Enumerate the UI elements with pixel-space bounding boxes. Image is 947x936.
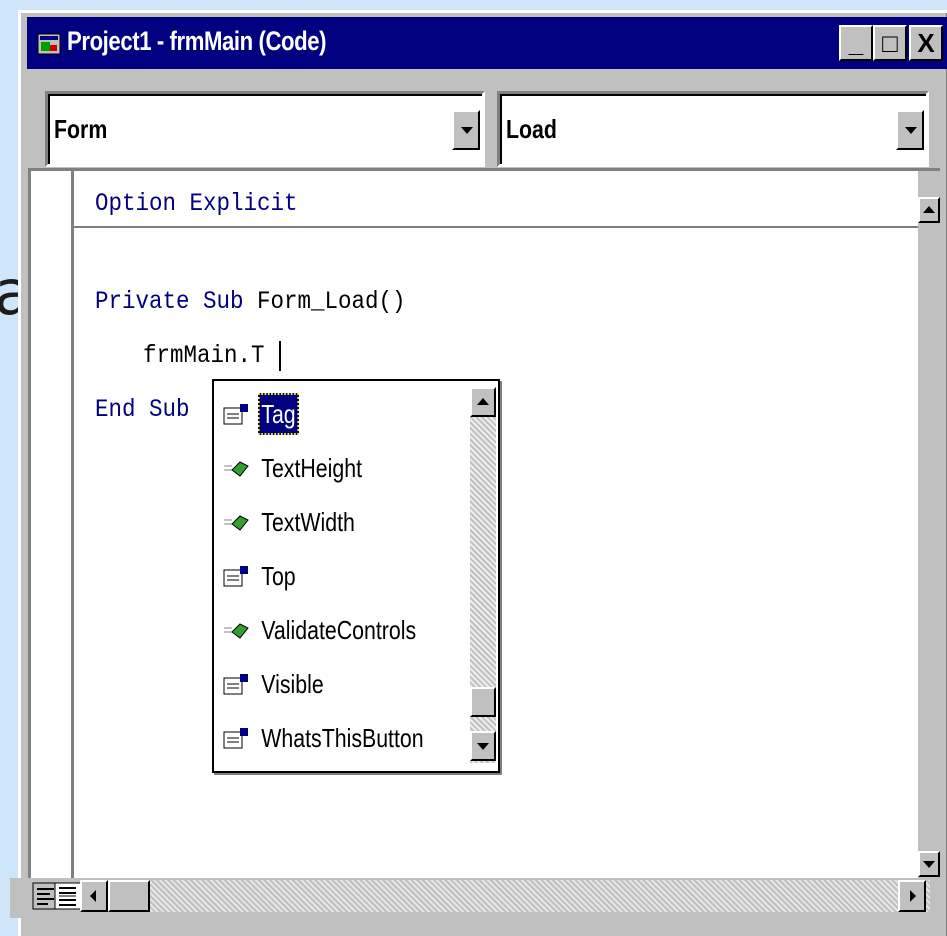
property-icon (222, 564, 252, 588)
scroll-down-button[interactable] (918, 851, 940, 877)
autocomplete-item-label: ValidateControls (258, 609, 419, 651)
autocomplete-item-label: Top (258, 555, 299, 597)
procedure-separator (74, 226, 918, 228)
arrow-up-icon (923, 206, 935, 213)
editor-bottom-bar (10, 878, 940, 918)
autocomplete-item-label: TextWidth (258, 501, 358, 543)
autocomplete-item-label: Tag (258, 393, 299, 435)
autocomplete-item[interactable]: ValidateControls (216, 609, 468, 651)
autocomplete-item[interactable]: WhatsThisButton (216, 717, 468, 759)
autocomplete-item-label: TextHeight (258, 447, 365, 489)
method-icon (222, 618, 252, 642)
procedure-combo-value: Load (506, 114, 557, 145)
autocomplete-scroll-thumb[interactable] (470, 687, 496, 717)
horizontal-scrollbar[interactable] (80, 880, 930, 912)
autocomplete-item[interactable]: Top (216, 555, 468, 597)
autocomplete-item[interactable]: Tag (216, 393, 468, 435)
arrow-down-icon (477, 743, 489, 750)
autocomplete-item[interactable]: TextWidth (216, 501, 468, 543)
procedure-combo[interactable]: Load (497, 91, 929, 167)
procedure-name: Form_Load() (244, 287, 406, 316)
property-icon (222, 726, 252, 750)
chevron-down-icon (905, 127, 917, 134)
arrow-up-icon (477, 398, 489, 405)
title-bar[interactable]: Project1 - frmMain (Code) _ □ X (27, 17, 947, 69)
arrow-left-icon (90, 890, 96, 902)
autocomplete-scroll-down-button[interactable] (470, 731, 496, 761)
code-line-current: frmMain.T (143, 341, 265, 370)
minimize-button[interactable]: _ (839, 25, 873, 61)
code-line-end-sub: End Sub (95, 395, 190, 424)
full-module-view-icon[interactable] (54, 882, 82, 910)
object-combo[interactable]: Form (45, 91, 485, 167)
vertical-scrollbar[interactable] (918, 171, 940, 908)
code-line-option-explicit: Option Explicit (95, 189, 298, 218)
autocomplete-item[interactable]: TextHeight (216, 447, 468, 489)
method-icon (222, 510, 252, 534)
arrow-right-icon (910, 890, 916, 902)
close-button[interactable]: X (909, 25, 943, 61)
maximize-icon: □ (882, 28, 898, 58)
autocomplete-scroll-up-button[interactable] (470, 387, 496, 417)
method-icon (222, 456, 252, 480)
window-title: Project1 - frmMain (Code) (67, 26, 326, 57)
property-icon (222, 672, 252, 696)
code-line-sub-declaration: Private Sub Form_Load() (95, 287, 406, 316)
autocomplete-item[interactable]: Visible (216, 663, 468, 705)
margin-indicator-bar[interactable] (31, 171, 74, 908)
keyword-private-sub: Private Sub (95, 287, 244, 316)
arrow-down-icon (923, 861, 935, 868)
horizontal-scroll-thumb[interactable] (108, 880, 150, 912)
close-icon: X (917, 28, 934, 58)
chevron-down-icon (461, 127, 473, 134)
scroll-right-button[interactable] (898, 880, 926, 912)
scroll-left-button[interactable] (80, 880, 108, 912)
autocomplete-item-label: Visible (258, 663, 327, 705)
autocomplete-scrollbar[interactable] (470, 387, 496, 763)
autocomplete-item-label: WhatsThisButton (258, 717, 427, 759)
minimize-icon: _ (849, 28, 863, 58)
code-window-icon (37, 33, 61, 55)
property-icon (222, 402, 252, 426)
procedure-combo-dropdown-button[interactable] (896, 110, 924, 150)
text-caret (279, 341, 281, 371)
object-combo-dropdown-button[interactable] (452, 110, 480, 150)
scroll-up-button[interactable] (918, 197, 940, 223)
object-combo-value: Form (54, 114, 107, 145)
maximize-button[interactable]: □ (873, 25, 907, 61)
autocomplete-list[interactable]: Tag TextHeight TextWidth Top ValidateCon… (212, 379, 500, 773)
